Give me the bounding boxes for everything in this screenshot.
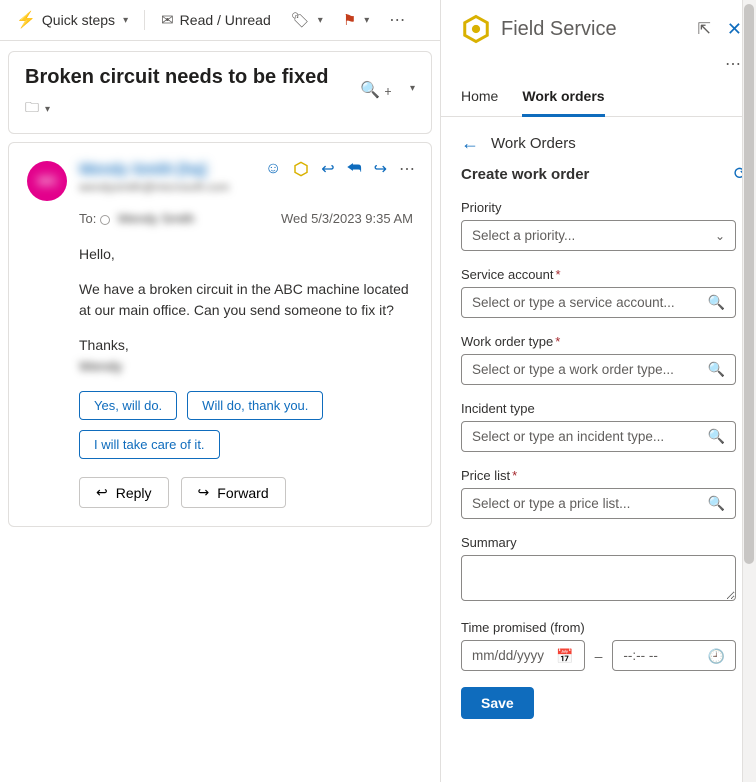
presence-icon (100, 215, 110, 225)
clock-icon: 🕘 (708, 648, 725, 665)
reply-icon[interactable]: ↩ (321, 159, 334, 179)
forward-arrow-icon[interactable]: ↪ (374, 159, 387, 179)
suggested-reply[interactable]: I will take care of it. (79, 430, 220, 459)
incident-type-label: Incident type (461, 401, 736, 416)
email-body: Hello, We have a broken circuit in the A… (79, 244, 413, 377)
chevron-down-icon: ▾ (123, 15, 128, 26)
priority-label: Priority (461, 200, 736, 215)
field-service-hex-icon[interactable] (293, 161, 309, 177)
zoom-icon[interactable]: 🔍﹢ (360, 76, 396, 100)
search-icon: 🔍 (708, 428, 725, 445)
envelope-icon: ✉ (161, 11, 174, 29)
flag-button[interactable]: ⚑ ▾ (335, 7, 377, 33)
pin-icon[interactable]: ⇱ (698, 19, 711, 40)
work-order-type-label: Work order type* (461, 334, 736, 349)
service-account-label: Service account* (461, 267, 736, 282)
chevron-down-icon: ⌄ (715, 229, 725, 243)
suggested-reply[interactable]: Yes, will do. (79, 391, 177, 420)
scrollbar-thumb[interactable] (744, 4, 754, 564)
panel-more-icon[interactable]: ⋯ (725, 54, 742, 74)
time-promised-date[interactable]: mm/dd/yyyy 📅 (461, 640, 585, 671)
email-timestamp: Wed 5/3/2023 9:35 AM (281, 211, 413, 226)
field-service-logo-icon (461, 14, 491, 44)
search-icon: 🔍 (708, 294, 725, 311)
to-line: To: Wendy Smith (79, 211, 195, 226)
calendar-icon: 📅 (556, 648, 573, 665)
price-list-label: Price list* (461, 468, 736, 483)
more-icon[interactable]: ⋯ (399, 159, 415, 179)
inbox-icon[interactable]: 🗀 (25, 97, 39, 121)
service-account-lookup[interactable]: Select or type a service account... 🔍 (461, 287, 736, 318)
chevron-down-icon: ▾ (364, 15, 369, 26)
search-icon: 🔍 (708, 495, 725, 512)
summary-textarea[interactable] (461, 555, 736, 601)
read-unread-label: Read / Unread (180, 12, 271, 28)
back-arrow-icon[interactable]: ← (461, 133, 479, 154)
tag-button[interactable]: 🏷 ▾ (283, 7, 331, 33)
flag-icon: ⚑ (343, 11, 356, 29)
suggested-reply[interactable]: Will do, thank you. (187, 391, 323, 420)
tab-work-orders[interactable]: Work orders (522, 88, 604, 117)
work-orders-heading: Work Orders (491, 135, 576, 152)
search-icon: 🔍 (708, 361, 725, 378)
scrollbar-track[interactable] (742, 0, 756, 782)
incident-type-lookup[interactable]: Select or type an incident type... 🔍 (461, 421, 736, 452)
create-work-order-heading: Create work order (461, 166, 589, 183)
time-promised-time[interactable]: --:-- -- 🕘 (612, 640, 736, 671)
lightning-icon: ⚡ (16, 10, 36, 30)
email-subject-card: Broken circuit needs to be fixed 🗀 ▾ 🔍﹢ … (8, 51, 432, 134)
panel-tabs: Home Work orders (441, 74, 756, 117)
chevron-down-icon[interactable]: ▾ (45, 104, 50, 115)
sender-email: wendysmith@microsoft.com (79, 180, 413, 194)
toolbar-more-button[interactable]: ⋯ (381, 6, 414, 34)
price-list-lookup[interactable]: Select or type a price list... 🔍 (461, 488, 736, 519)
range-dash: – (595, 648, 603, 664)
quick-steps-button[interactable]: ⚡ Quick steps ▾ (8, 6, 136, 34)
work-order-type-lookup[interactable]: Select or type a work order type... 🔍 (461, 354, 736, 385)
save-button[interactable]: Save (461, 687, 534, 719)
reply-button[interactable]: ↩ Reply (79, 477, 169, 508)
reply-all-icon[interactable]: ⮪ (347, 160, 362, 178)
reply-icon: ↩ (96, 484, 108, 501)
chevron-down-icon[interactable]: ▾ (410, 83, 415, 94)
panel-title: Field Service (501, 18, 617, 41)
email-toolbar: ⚡ Quick steps ▾ ✉ Read / Unread 🏷 ▾ ⚑ ▾ … (0, 0, 440, 41)
smiley-icon[interactable]: ☺ (265, 160, 281, 178)
quick-steps-label: Quick steps (42, 12, 115, 28)
forward-button[interactable]: ↪ Forward (181, 477, 286, 508)
read-unread-button[interactable]: ✉ Read / Unread (153, 7, 279, 33)
field-service-panel: Field Service ⇱ ✕ ⋯ Home Work orders ← W… (440, 0, 756, 782)
tab-home[interactable]: Home (461, 88, 498, 116)
tag-icon: 🏷 (291, 11, 310, 29)
email-card: WS Wendy Smith [hq] wendysmith@microsoft… (8, 142, 432, 527)
close-icon[interactable]: ✕ (727, 19, 742, 40)
more-icon: ⋯ (389, 10, 406, 30)
forward-arrow-icon: ↪ (198, 484, 210, 501)
priority-select[interactable]: Select a priority... ⌄ (461, 220, 736, 251)
avatar: WS (27, 161, 67, 201)
suggested-replies: Yes, will do. Will do, thank you. I will… (79, 391, 413, 459)
summary-label: Summary (461, 535, 736, 550)
email-subject: Broken circuit needs to be fixed (25, 66, 328, 89)
time-promised-label: Time promised (from) (461, 620, 736, 635)
chevron-down-icon: ▾ (318, 15, 323, 26)
toolbar-separator (144, 10, 145, 30)
